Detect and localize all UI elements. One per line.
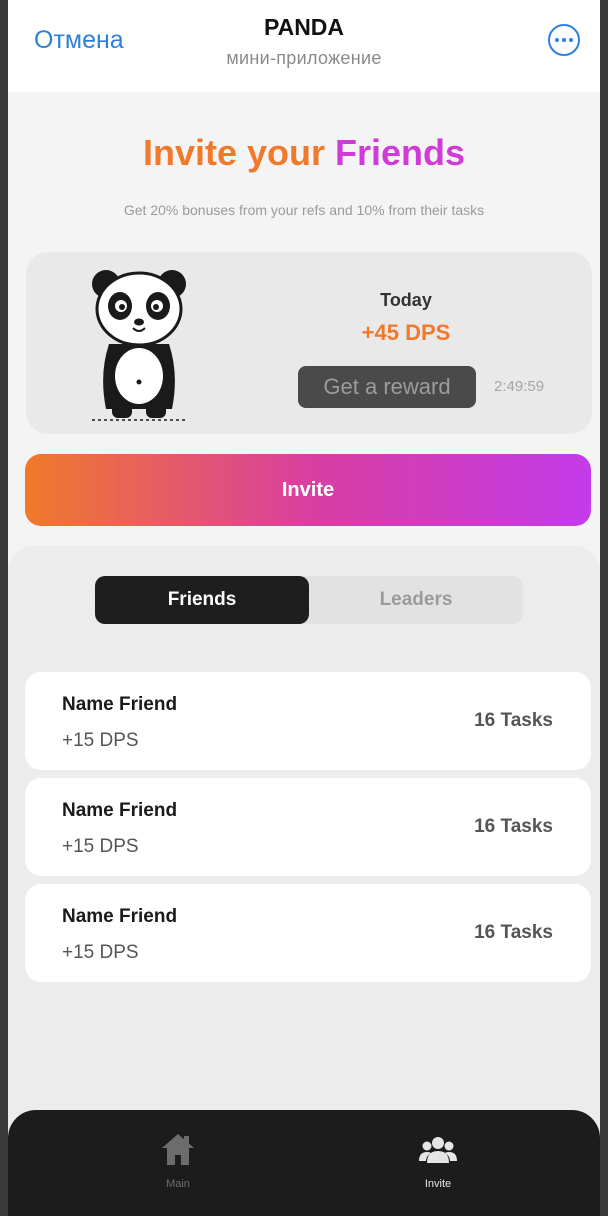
friend-tasks: 16 Tasks: [474, 816, 553, 837]
reward-card: Today +45 DPS Get a reward 2:49:59: [26, 252, 592, 434]
top-bar: Отмена PANDA мини-приложение: [8, 0, 600, 92]
friend-dps: +15 DPS: [62, 942, 139, 963]
more-dot: [562, 38, 566, 42]
nav-main-label: Main: [166, 1178, 190, 1190]
invite-button[interactable]: Invite: [25, 454, 591, 526]
nav-invite[interactable]: Invite: [378, 1130, 498, 1190]
main-content: Invite your Friends Get 20% bonuses from…: [8, 92, 600, 1216]
users-icon: [419, 1137, 457, 1163]
friend-name: Name Friend: [62, 694, 178, 715]
friend-tasks: 16 Tasks: [474, 922, 553, 943]
title-part-invite: Invite your: [142, 132, 335, 173]
reward-timer: 2:49:59: [494, 378, 545, 395]
list-item[interactable]: Name Friend +15 DPS 16 Tasks: [25, 778, 591, 876]
friend-dps: +15 DPS: [62, 836, 139, 857]
home-icon: [162, 1134, 194, 1165]
list-item[interactable]: Name Friend +15 DPS 16 Tasks: [25, 884, 591, 982]
get-reward-button[interactable]: Get a reward: [298, 366, 476, 408]
friend-list: Name Friend +15 DPS 16 Tasks Name Friend…: [25, 672, 591, 990]
more-horizontal-circle-icon: [555, 38, 559, 42]
panda-illustration: [92, 270, 186, 421]
bottom-nav: Main Invite: [8, 1110, 600, 1216]
page-subtitle: Get 20% bonuses from your refs and 10% f…: [123, 202, 485, 218]
more-button[interactable]: [548, 24, 580, 56]
app-subtitle: мини-приложение: [226, 48, 382, 68]
tab-friends[interactable]: Friends: [95, 576, 309, 624]
friend-name: Name Friend: [62, 906, 178, 927]
more-dot: [569, 38, 573, 42]
list-item[interactable]: Name Friend +15 DPS 16 Tasks: [25, 672, 591, 770]
today-label: Today: [380, 290, 432, 310]
today-dps-value: +45 DPS: [361, 320, 451, 345]
friend-tasks: 16 Tasks: [474, 710, 553, 731]
app-title: PANDA: [263, 14, 345, 40]
friends-panel: Friends Leaders Name Friend +15 DPS 16 T…: [8, 546, 600, 1146]
title-part-friends: Friends: [335, 132, 466, 173]
friend-name: Name Friend: [62, 800, 178, 821]
nav-main[interactable]: Main: [118, 1130, 238, 1190]
friend-dps: +15 DPS: [62, 730, 139, 751]
nav-invite-label: Invite: [424, 1178, 452, 1190]
tab-switcher: Friends Leaders: [95, 576, 523, 624]
tab-leaders[interactable]: Leaders: [309, 576, 523, 624]
app-screen: Отмена PANDA мини-приложение Invite your…: [8, 0, 600, 1216]
page-title: Invite your Friends: [8, 132, 600, 174]
